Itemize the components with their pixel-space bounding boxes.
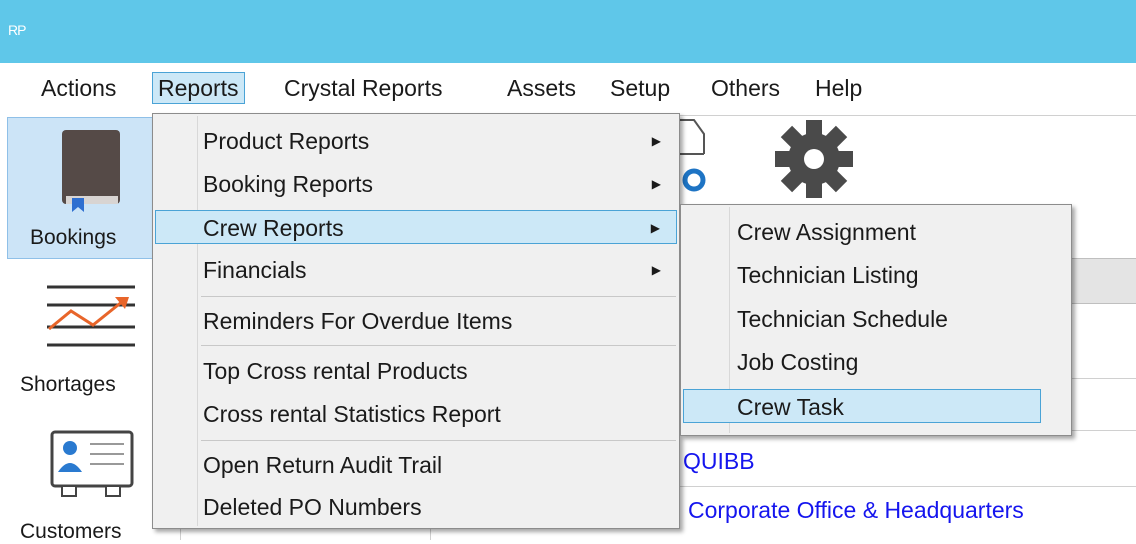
menu-item-open-return-audit[interactable]: Open Return Audit Trail (155, 448, 677, 482)
gear-icon[interactable] (768, 118, 860, 200)
menu-item-booking-reports[interactable]: Booking Reports ▶ (155, 167, 677, 201)
content-top-border (680, 115, 1136, 116)
submenu-arrow-icon: ▶ (650, 221, 660, 235)
menu-actions[interactable]: Actions (36, 73, 121, 103)
menu-assets[interactable]: Assets (502, 73, 581, 103)
menu-separator (201, 296, 676, 297)
menu-bar: Actions Reports Crystal Reports Assets S… (0, 63, 1136, 113)
menu-reports[interactable]: Reports (152, 72, 245, 104)
menu-item-crew-task[interactable]: Crew Task (683, 389, 1041, 423)
grid-header (1070, 258, 1136, 304)
menu-crystal-reports[interactable]: Crystal Reports (279, 73, 447, 103)
menu-item-cross-rental-statistics[interactable]: Cross rental Statistics Report (155, 397, 677, 431)
menu-item-product-reports[interactable]: Product Reports ▶ (155, 124, 677, 158)
row-divider (680, 486, 1136, 487)
menu-item-top-cross-rental[interactable]: Top Cross rental Products (155, 354, 677, 388)
reports-dropdown-menu: Product Reports ▶ Booking Reports ▶ Crew… (152, 113, 680, 529)
menu-item-technician-schedule[interactable]: Technician Schedule (683, 302, 1069, 336)
menu-item-crew-reports[interactable]: Crew Reports ▶ (155, 210, 677, 244)
company-name-link[interactable]: QUIBB (683, 448, 755, 475)
submenu-arrow-icon: ▶ (651, 177, 661, 191)
sidebar-item-shortages[interactable]: Shortages (20, 373, 116, 397)
menu-separator (201, 440, 676, 441)
book-icon (62, 130, 120, 212)
menu-setup[interactable]: Setup (605, 73, 675, 103)
menu-item-technician-listing[interactable]: Technician Listing (683, 258, 1069, 292)
office-name-link[interactable]: Corporate Office & Headquarters (688, 497, 1024, 524)
menu-separator (201, 345, 676, 346)
menu-item-deleted-po-numbers[interactable]: Deleted PO Numbers (155, 490, 677, 524)
menu-item-crew-assignment[interactable]: Crew Assignment (683, 215, 1069, 249)
sidebar-item-bookings[interactable]: Bookings (30, 226, 116, 250)
contact-card-icon[interactable] (50, 430, 134, 500)
crew-reports-submenu: Crew Assignment Technician Listing Techn… (680, 204, 1072, 436)
menu-help[interactable]: Help (810, 73, 867, 103)
title-bar: RP (0, 0, 1136, 63)
sidebar-item-customers[interactable]: Customers (20, 520, 122, 544)
menu-item-job-costing[interactable]: Job Costing (683, 345, 1069, 379)
submenu-arrow-icon: ▶ (651, 134, 661, 148)
app-logo: RP (8, 22, 26, 38)
menu-item-financials[interactable]: Financials ▶ (155, 253, 677, 287)
submenu-arrow-icon: ▶ (651, 263, 661, 277)
menu-others[interactable]: Others (706, 73, 785, 103)
column-divider (180, 528, 181, 540)
document-search-icon[interactable] (676, 118, 710, 198)
menu-item-reminders-overdue[interactable]: Reminders For Overdue Items (155, 304, 677, 338)
trend-chart-icon[interactable] (45, 283, 137, 349)
